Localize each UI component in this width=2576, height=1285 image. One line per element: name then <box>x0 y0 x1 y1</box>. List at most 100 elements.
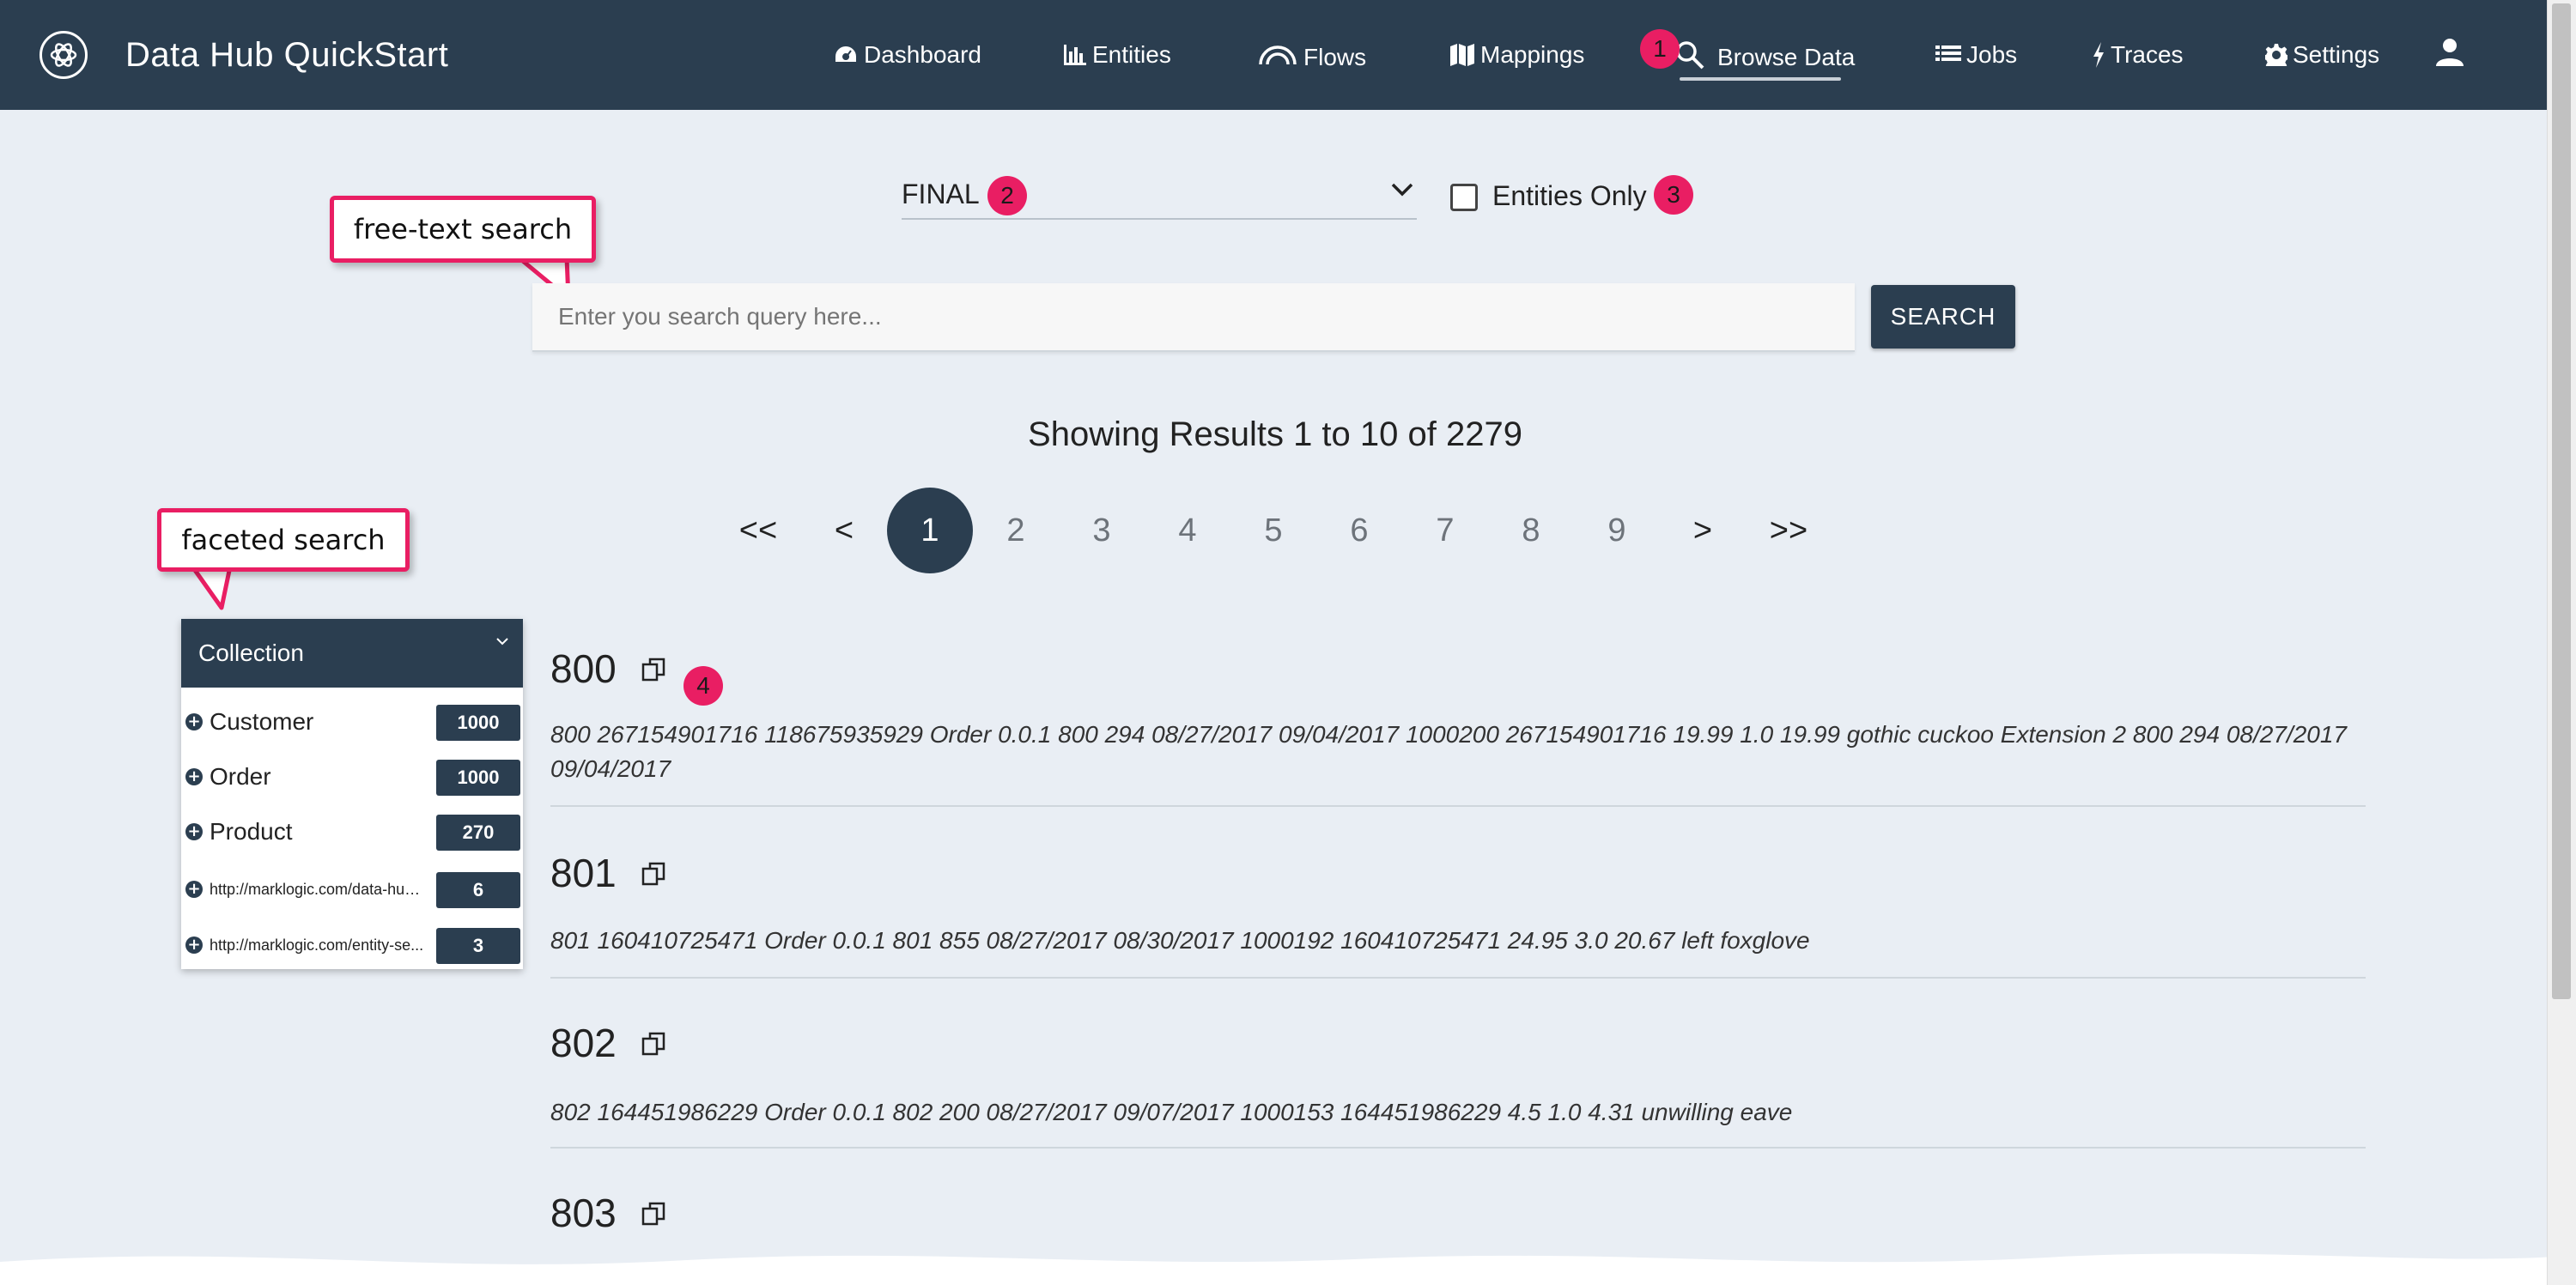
search-button[interactable]: SEARCH <box>1871 285 2015 349</box>
chevron-down-icon[interactable] <box>495 636 509 646</box>
result-snippet: 802 164451986229 Order 0.0.1 802 200 08/… <box>550 1099 1793 1125</box>
facet-title: Collection <box>198 639 304 666</box>
dashboard-gauge-icon <box>834 44 858 64</box>
callout-free-text-search: free-text search <box>330 196 596 263</box>
nav-flows[interactable]: Flows <box>1257 38 1366 72</box>
nav-jobs[interactable]: Jobs <box>1935 38 2017 72</box>
facet-item-name: Product <box>210 818 293 845</box>
facet-item-count: 270 <box>436 815 520 851</box>
copy-icon[interactable] <box>641 1032 667 1058</box>
facet-item-count: 3 <box>436 928 520 964</box>
annotation-badge-2: 2 <box>987 176 1027 215</box>
facet-item-name: Customer <box>210 708 314 735</box>
user-menu[interactable] <box>2435 34 2464 69</box>
top-navigation-bar: Data Hub QuickStart Dashboard Entities F… <box>0 0 2547 110</box>
plus-circle-icon[interactable]: + <box>185 881 203 898</box>
pagination-page-8[interactable]: 8 <box>1488 488 1574 573</box>
copy-icon[interactable] <box>641 1202 667 1227</box>
nav-entities-label: Entities <box>1092 41 1171 68</box>
copy-icon[interactable] <box>641 862 667 888</box>
database-select-value: FINAL <box>902 179 980 209</box>
facet-item-count: 1000 <box>436 760 520 796</box>
facet-item-count: 1000 <box>436 705 520 741</box>
plus-circle-icon[interactable]: + <box>185 768 203 785</box>
nav-settings-label: Settings <box>2293 41 2380 68</box>
list-icon <box>1935 45 1961 61</box>
scrollbar-thumb[interactable] <box>2552 3 2571 999</box>
map-icon <box>1450 44 1474 66</box>
facet-item-count: 6 <box>436 872 520 908</box>
result-id-link[interactable]: 800 <box>550 646 617 692</box>
result-snippet: 800 267154901716 118675935929 Order 0.0.… <box>550 721 2347 782</box>
bolt-icon <box>2093 42 2104 68</box>
nav-flows-label: Flows <box>1303 44 1367 70</box>
nav-mappings-label: Mappings <box>1480 41 1585 68</box>
callout-free-text-search-label: free-text search <box>353 213 573 245</box>
nav-settings[interactable]: Settings <box>2265 38 2379 72</box>
plus-circle-icon[interactable]: + <box>185 823 203 840</box>
facet-panel: Collection + Customer 1000 + Order 1000 … <box>181 619 523 969</box>
entities-only-checkbox[interactable] <box>1450 184 1478 211</box>
facet-item-name: http://marklogic.com/data-hub/... <box>210 881 424 898</box>
annotation-badge-1: 1 <box>1640 29 1680 69</box>
facet-item-name: Order <box>210 763 271 790</box>
result-item: 800 800 267154901716 118675935929 Order … <box>550 646 2366 809</box>
nav-browse-data-label: Browse Data <box>1717 44 1856 70</box>
pagination-page-2[interactable]: 2 <box>973 488 1059 573</box>
nav-mappings[interactable]: Mappings <box>1449 38 1584 72</box>
nav-entities[interactable]: Entities <box>1063 38 1171 72</box>
result-id-link[interactable]: 803 <box>550 1190 617 1236</box>
plus-circle-icon[interactable]: + <box>185 936 203 954</box>
torn-page-edge <box>0 1253 2576 1285</box>
bar-chart-icon <box>1064 45 1086 65</box>
callout-faceted-search: faceted search <box>157 508 410 572</box>
copy-icon[interactable] <box>641 658 667 683</box>
nav-browse-data[interactable]: Browse Data <box>1674 38 1855 72</box>
plus-circle-icon[interactable]: + <box>185 713 203 730</box>
result-id-link[interactable]: 801 <box>550 850 617 896</box>
result-divider <box>550 805 2366 807</box>
search-input[interactable] <box>532 283 1855 352</box>
app-title[interactable]: Data Hub QuickStart <box>125 33 448 77</box>
nav-active-underline <box>1680 77 1841 81</box>
pagination-last[interactable]: >> <box>1746 488 1832 573</box>
result-item: 801 801 160410725471 Order 0.0.1 801 855… <box>550 850 2366 979</box>
facet-item[interactable]: + Order 1000 <box>181 749 523 804</box>
result-divider <box>550 977 2366 979</box>
pagination-page-5[interactable]: 5 <box>1230 488 1316 573</box>
nav-traces-label: Traces <box>2111 41 2184 68</box>
nav-jobs-label: Jobs <box>1966 41 2018 68</box>
facet-item[interactable]: + Customer 1000 <box>181 694 523 749</box>
result-item: 803 <box>550 1190 2366 1241</box>
flows-arc-icon <box>1259 45 1297 65</box>
facet-item[interactable]: + http://marklogic.com/entity-se... 3 <box>181 918 523 973</box>
entities-only-label[interactable]: Entities Only <box>1492 180 1647 212</box>
pagination-page-3[interactable]: 3 <box>1059 488 1145 573</box>
result-snippet: 801 160410725471 Order 0.0.1 801 855 08/… <box>550 927 1810 954</box>
pagination-page-4[interactable]: 4 <box>1145 488 1230 573</box>
pagination-page-9[interactable]: 9 <box>1574 488 1660 573</box>
chevron-down-icon <box>1391 183 1413 197</box>
user-icon <box>2436 39 2464 66</box>
nav-traces[interactable]: Traces <box>2092 38 2184 72</box>
facet-item[interactable]: + Product 270 <box>181 804 523 859</box>
nav-dashboard[interactable]: Dashboard <box>833 38 981 72</box>
pagination-page-1[interactable]: 1 <box>887 488 973 573</box>
result-id-link[interactable]: 802 <box>550 1020 617 1066</box>
facet-header[interactable]: Collection <box>181 619 523 688</box>
result-divider <box>550 1147 2366 1149</box>
pagination-prev[interactable]: < <box>801 488 887 573</box>
annotation-badge-4: 4 <box>683 666 723 706</box>
pagination-next[interactable]: > <box>1660 488 1746 573</box>
pagination-first[interactable]: << <box>715 488 801 573</box>
gear-icon <box>2265 44 2287 66</box>
pagination-page-7[interactable]: 7 <box>1402 488 1488 573</box>
atom-logo-icon[interactable] <box>39 31 88 79</box>
result-item: 802 802 164451986229 Order 0.0.1 802 200… <box>550 1020 2366 1149</box>
results-summary: Showing Results 1 to 10 of 2279 <box>1028 415 1522 453</box>
database-select[interactable]: FINAL <box>902 167 1417 220</box>
annotation-badge-3: 3 <box>1654 175 1693 215</box>
nav-dashboard-label: Dashboard <box>864 41 981 68</box>
facet-item[interactable]: + http://marklogic.com/data-hub/... 6 <box>181 862 523 917</box>
pagination-page-6[interactable]: 6 <box>1316 488 1402 573</box>
